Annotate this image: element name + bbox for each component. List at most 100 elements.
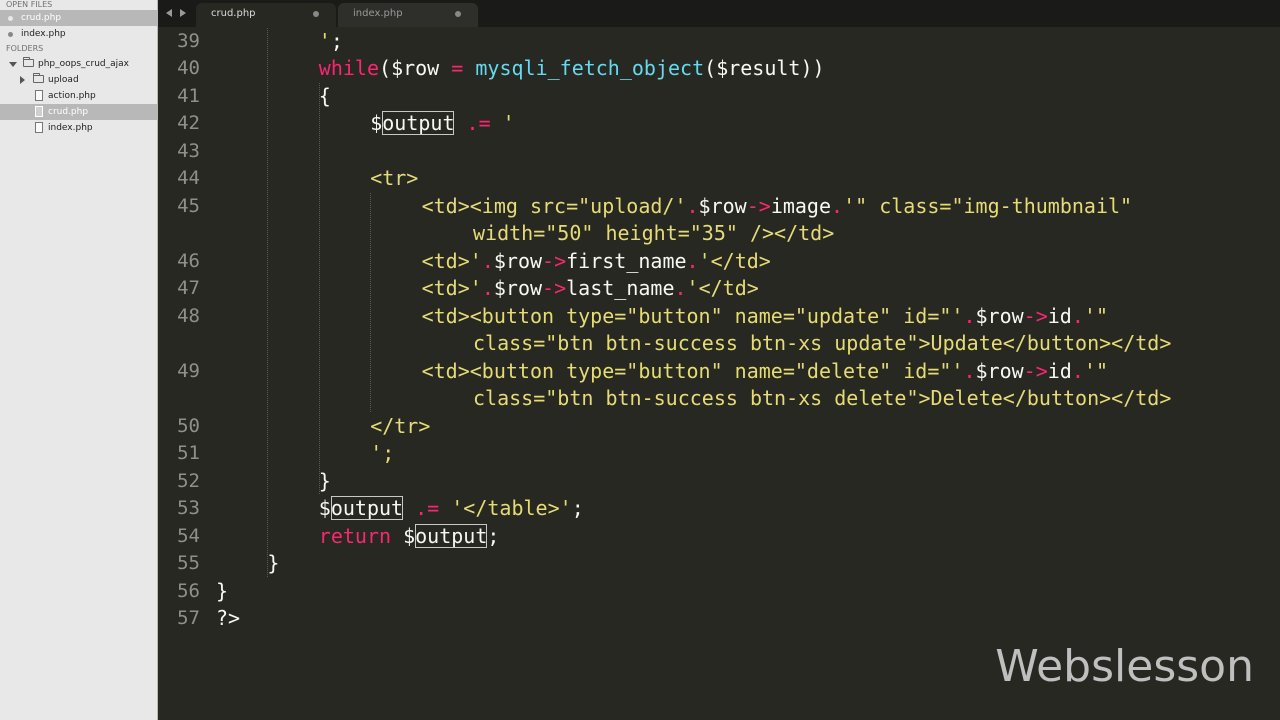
- code-line: class="btn btn-success btn-xs delete">De…: [473, 385, 1171, 412]
- folder-icon: [33, 73, 44, 83]
- sidebar: OPEN FILES crud.php index.php FOLDERS ph…: [0, 0, 158, 720]
- tab-bar: crud.php index.php: [158, 0, 1280, 27]
- watermark: Webslesson: [995, 641, 1254, 692]
- code-token: .=: [403, 496, 452, 520]
- code-token: ->: [1023, 358, 1048, 383]
- code-token: $: [318, 496, 331, 520]
- code-token: image: [770, 193, 832, 218]
- code-editor[interactable]: 39 40 41 42 43 44 45 46 47 48 49 50 51 52 53 54 55 56 57 '…: [158, 27, 1280, 720]
- code-line: <tr>: [370, 165, 418, 192]
- code-token: ';: [370, 441, 395, 465]
- code-token: {: [318, 83, 331, 108]
- code-token: <td><img src="upload/': [421, 193, 687, 218]
- code-token: <td>': [421, 276, 482, 300]
- chevron-down-icon[interactable]: [9, 62, 17, 67]
- code-token: ': [502, 111, 515, 135]
- line-number: 55: [177, 552, 200, 574]
- open-file-label: index.php: [21, 29, 66, 39]
- code-token: </tr>: [370, 413, 431, 438]
- line-number: 51: [177, 442, 200, 464]
- code-line: <td>'.$row->last_name.'</td>: [422, 275, 759, 302]
- code-token: output: [330, 496, 404, 520]
- line-number: 50: [177, 414, 200, 437]
- code-token: last_name: [566, 276, 675, 300]
- code-token: .: [963, 358, 976, 383]
- line-number: 43: [177, 139, 200, 162]
- code-token: class="btn btn-success btn-xs delete">De…: [473, 386, 1172, 410]
- code-line: <td><button type="button" name="update" …: [422, 303, 1108, 330]
- code-token: .: [481, 276, 494, 300]
- close-icon[interactable]: [455, 11, 461, 17]
- file-action-php[interactable]: action.php: [0, 88, 157, 104]
- code-token: mysqli_fetch_object: [475, 56, 705, 80]
- code-token: '": [1083, 358, 1108, 383]
- code-token: width="50" height="35" /></td>: [473, 221, 835, 245]
- code-line: {: [319, 83, 331, 110]
- file-icon: [35, 122, 43, 133]
- file-label: crud.php: [48, 107, 89, 117]
- code-token: first_name: [566, 248, 687, 273]
- code-token: =: [439, 56, 476, 80]
- code-line: while($row = mysqli_fetch_object($result…: [319, 55, 825, 82]
- chevron-right-icon[interactable]: [20, 76, 25, 84]
- code-line: }: [319, 468, 331, 495]
- code-token: '</td>: [698, 248, 771, 273]
- indent-guide: [318, 82, 320, 495]
- folder-upload[interactable]: upload: [0, 72, 157, 88]
- indent-guide: [370, 192, 372, 413]
- file-label: action.php: [48, 91, 96, 101]
- code-token: .=: [454, 111, 503, 135]
- code-line: class="btn btn-success btn-xs update">Up…: [473, 330, 1171, 357]
- code-line: width="50" height="35" /></td>: [473, 220, 834, 247]
- code-token: '</td>: [686, 276, 759, 300]
- line-number: 54: [177, 524, 200, 547]
- open-file-crud[interactable]: crud.php: [0, 10, 157, 26]
- code-token: }: [267, 551, 280, 575]
- file-crud-php[interactable]: crud.php: [0, 104, 157, 120]
- close-icon[interactable]: [313, 11, 319, 17]
- code-token: $row: [698, 193, 747, 218]
- code-token: .: [1071, 358, 1084, 383]
- nav-forward-icon[interactable]: [180, 9, 186, 17]
- code-token: $: [370, 111, 383, 135]
- code-token: ->: [1023, 303, 1048, 328]
- line-number: 56: [177, 579, 200, 602]
- code-token: ?>: [216, 606, 241, 630]
- code-token: .: [674, 276, 687, 300]
- code-token: }: [318, 468, 331, 493]
- code-token: <td><button type="button" name="delete" …: [421, 358, 964, 383]
- code-token: ->: [746, 193, 771, 218]
- line-number: 42: [177, 112, 200, 134]
- code-token: (: [704, 56, 717, 80]
- folder-label: upload: [48, 75, 79, 85]
- code-token: $row: [975, 358, 1024, 383]
- code-token: output: [382, 111, 455, 135]
- line-number: 49: [177, 359, 200, 382]
- code-token: id: [1047, 303, 1072, 328]
- line-number: 48: [177, 304, 200, 327]
- indent-guide: [267, 27, 269, 578]
- line-number: 53: [177, 497, 200, 519]
- nav-back-icon[interactable]: [166, 9, 172, 17]
- line-number: 47: [177, 277, 200, 299]
- code-token: $: [391, 523, 416, 548]
- code-token: '</table>': [451, 496, 572, 520]
- project-folder[interactable]: php_oops_crud_ajax: [0, 56, 157, 72]
- code-token: $row: [493, 248, 543, 273]
- code-token: '" class="img-thumbnail": [843, 193, 1133, 218]
- file-icon: [35, 106, 43, 117]
- folder-open-icon: [23, 57, 34, 67]
- code-token: .: [481, 248, 494, 273]
- tab-crud-php[interactable]: crud.php: [196, 3, 336, 27]
- line-number: 45: [177, 194, 200, 217]
- tab-label: index.php: [353, 8, 403, 19]
- code-token: id: [1047, 358, 1072, 383]
- open-file-index[interactable]: index.php: [0, 26, 157, 42]
- open-files-header: OPEN FILES: [6, 0, 53, 9]
- file-index-php[interactable]: index.php: [0, 120, 157, 136]
- tab-index-php[interactable]: index.php: [338, 3, 478, 27]
- code-token: ;: [487, 523, 500, 548]
- folders-header: FOLDERS: [6, 44, 44, 53]
- code-token: $row: [391, 56, 440, 80]
- code-token: )): [800, 56, 825, 80]
